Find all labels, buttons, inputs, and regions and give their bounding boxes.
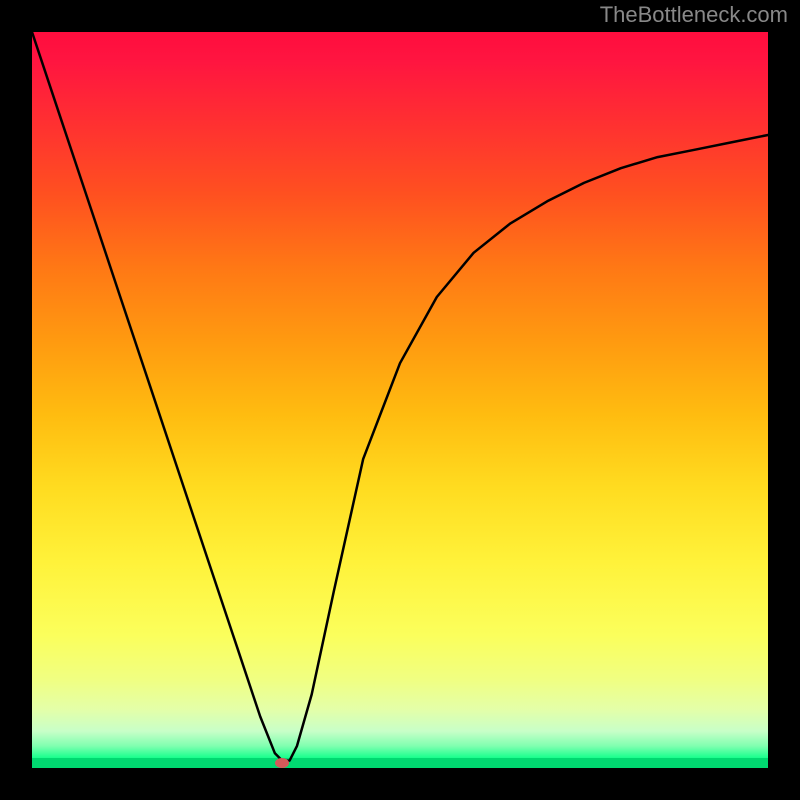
bottleneck-curve-line	[32, 32, 768, 761]
optimal-point-marker	[275, 758, 289, 768]
chart-plot-area	[32, 32, 768, 768]
watermark-text: TheBottleneck.com	[600, 2, 788, 28]
chart-curve-svg	[32, 32, 768, 768]
